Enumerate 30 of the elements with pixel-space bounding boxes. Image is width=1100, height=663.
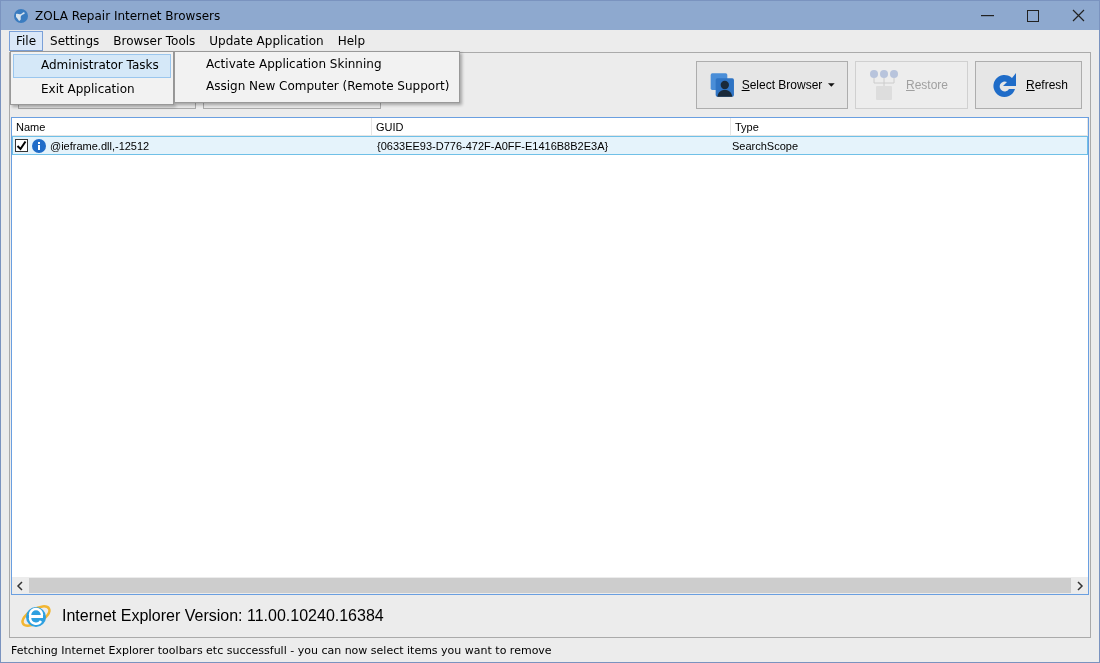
caret-icon [828,83,835,87]
table-cell-text: {0633EE93-D776-472F-A0FF-E1416B8B2E3A} [376,139,610,152]
table-cell: @ieframe.dll,-12512 [50,139,150,152]
window-title: ZOLA Repair Internet Browsers [35,8,221,23]
version-text: Internet Explorer Version: 11.00.10240.16384 [62,607,384,625]
status-text: Fetching Internet Explorer toolbars etc successfull - you can now select items you want to remove [11,643,552,657]
close-icon[interactable] [1072,9,1085,22]
column-header[interactable]: Name [12,118,372,135]
menu-item[interactable]: Help [330,31,372,51]
toolbar-button[interactable]: Select Browser [696,61,848,109]
menu-item[interactable]: File [9,31,44,51]
column-header[interactable]: Type [731,118,1088,135]
table-cell-text: SearchScope [732,139,800,152]
column-header[interactable]: GUID [372,118,731,135]
menu-item[interactable]: Assign New Computer (Remote Support) [177,77,457,99]
checkbox[interactable] [15,139,28,152]
menu-item[interactable]: Administrator Tasks [13,54,171,78]
menu-item[interactable]: Settings [43,31,107,51]
table-row[interactable]: @ieframe.dll,-12512 {0633EE93-D776-472F-A0FF-E1416B8B2E3A} SearchScope [12,136,1088,155]
menu-item[interactable]: Activate Application Skinning [177,55,457,77]
menu-item[interactable]: Browser Tools [106,31,203,51]
maximize-icon[interactable] [1027,9,1039,22]
globe-icon [13,7,29,24]
info-icon [32,138,46,153]
toolbar-button[interactable]: Refresh [975,61,1082,109]
network-drive-icon [868,69,900,101]
minimize-icon[interactable] [981,14,994,17]
menu-item[interactable]: Exit Application [13,78,171,102]
horizontal-scrollbar[interactable] [12,577,1088,594]
menu-item[interactable]: Update Application [202,31,331,51]
